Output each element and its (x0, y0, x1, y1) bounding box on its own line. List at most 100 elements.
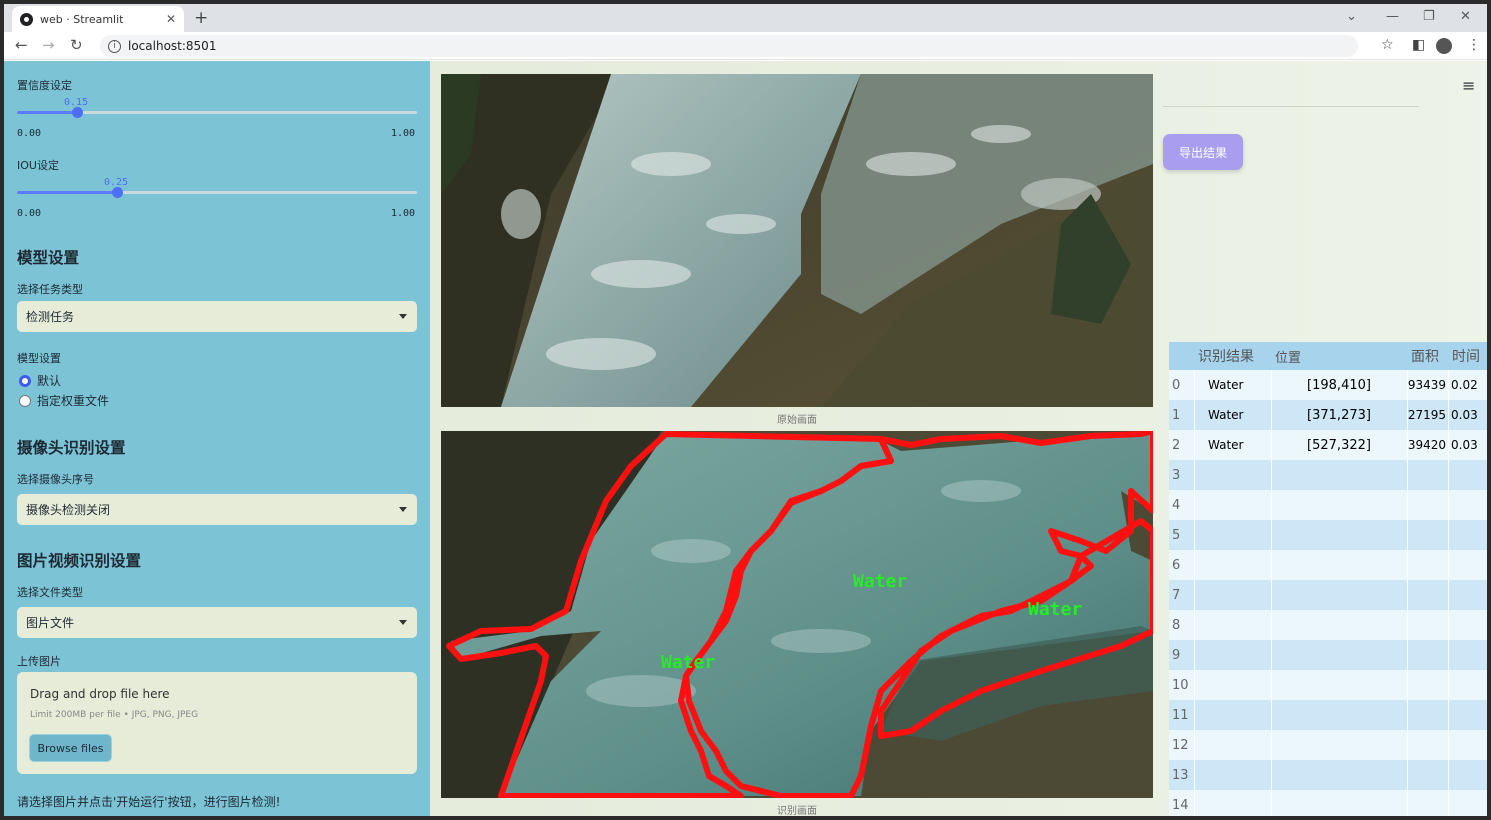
column-header-time[interactable]: 时间 (1448, 342, 1487, 370)
column-separator (1448, 580, 1449, 610)
cell-time (1448, 760, 1487, 790)
column-separator (1194, 520, 1195, 550)
minimize-icon[interactable]: — (1386, 9, 1399, 24)
column-separator (1407, 640, 1408, 670)
column-header-result[interactable]: 识别结果 (1194, 342, 1271, 370)
table-row[interactable]: 11 (1169, 700, 1487, 730)
task-type-select[interactable]: 检测任务 (17, 301, 417, 332)
column-header-position[interactable]: 位置 (1271, 342, 1407, 370)
cell-position (1271, 670, 1407, 700)
close-tab-icon[interactable]: ✕ (166, 12, 176, 26)
column-separator (1271, 760, 1272, 790)
cell-position (1271, 640, 1407, 670)
table-row[interactable]: 7 (1169, 580, 1487, 610)
column-separator (1407, 370, 1408, 400)
column-separator (1407, 580, 1408, 610)
radio-selected-icon (19, 374, 31, 387)
cell-time (1448, 580, 1487, 610)
table-row[interactable]: 0 Water [198,410] 93439 0.02 (1169, 370, 1487, 400)
browse-files-button[interactable]: Browse files (29, 734, 112, 762)
column-separator (1448, 370, 1449, 400)
tab-search-icon[interactable]: ⌄ (1346, 9, 1357, 24)
column-separator (1448, 400, 1449, 430)
column-separator (1448, 550, 1449, 580)
table-row[interactable]: 14 (1169, 790, 1487, 816)
cell-time (1448, 490, 1487, 520)
table-row[interactable]: 1 Water [371,273] 127195 0.03 (1169, 400, 1487, 430)
cell-time (1448, 730, 1487, 760)
column-separator (1271, 520, 1272, 550)
address-bar[interactable]: i localhost:8501 (100, 35, 1358, 57)
table-row[interactable]: 13 (1169, 760, 1487, 790)
profile-avatar-icon[interactable] (1436, 38, 1452, 54)
table-row[interactable]: 9 (1169, 640, 1487, 670)
cell-result (1194, 790, 1271, 816)
column-separator (1271, 580, 1272, 610)
cell-position (1271, 730, 1407, 760)
table-row[interactable]: 4 (1169, 490, 1487, 520)
cell-position (1271, 610, 1407, 640)
confidence-slider-thumb[interactable] (72, 107, 83, 118)
cell-result: Water (1208, 408, 1244, 422)
upload-label: 上传图片 (17, 655, 61, 668)
row-index: 12 (1172, 737, 1189, 753)
row-index: 13 (1172, 767, 1189, 783)
radio-default[interactable]: 默认 (19, 372, 61, 389)
cell-area (1407, 580, 1448, 610)
cell-position (1271, 790, 1407, 816)
row-index: 6 (1172, 557, 1181, 573)
browser-tab[interactable]: web · Streamlit ✕ (12, 6, 184, 32)
column-separator (1407, 670, 1408, 700)
browser-toolbar: ← → ↻ i localhost:8501 ☆ ◧ ⋮ (4, 32, 1487, 60)
iou-slider[interactable] (17, 187, 417, 198)
bookmark-star-icon[interactable]: ☆ (1381, 37, 1394, 53)
camera-section-title: 摄像头识别设置 (17, 439, 126, 457)
cell-result (1194, 700, 1271, 730)
table-row[interactable]: 3 (1169, 460, 1487, 490)
camera-index-select[interactable]: 摄像头检测关闭 (17, 494, 417, 525)
radio-custom-weights[interactable]: 指定权重文件 (19, 392, 109, 409)
confidence-slider[interactable] (17, 107, 417, 118)
export-results-button[interactable]: 导出结果 (1163, 134, 1243, 170)
file-type-select[interactable]: 图片文件 (17, 607, 417, 638)
column-separator (1271, 430, 1272, 460)
column-separator (1407, 760, 1408, 790)
site-info-icon[interactable]: i (108, 39, 121, 53)
column-separator (1271, 370, 1272, 400)
table-row[interactable]: 8 (1169, 610, 1487, 640)
iou-slider-thumb[interactable] (112, 187, 123, 198)
dropzone-limit: Limit 200MB per file • JPG, PNG, JPEG (30, 710, 199, 720)
cell-result (1194, 760, 1271, 790)
column-separator (1194, 640, 1195, 670)
column-header-area[interactable]: 面积 (1407, 342, 1448, 370)
column-separator (1271, 730, 1272, 760)
side-panel-icon[interactable]: ◧ (1412, 37, 1425, 53)
media-section-title: 图片视频识别设置 (17, 552, 142, 570)
column-separator (1407, 490, 1408, 520)
cell-time (1448, 670, 1487, 700)
table-row[interactable]: 2 Water [527,322] 39420 0.03 (1169, 430, 1487, 460)
column-separator (1271, 640, 1272, 670)
hamburger-icon[interactable]: ≡ (1462, 76, 1475, 95)
file-dropzone[interactable]: Drag and drop file here Limit 200MB per … (17, 672, 417, 774)
cell-area (1407, 460, 1448, 490)
table-row[interactable]: 6 (1169, 550, 1487, 580)
restore-icon[interactable]: ❐ (1423, 9, 1435, 24)
table-row[interactable]: 12 (1169, 730, 1487, 760)
close-window-icon[interactable]: ✕ (1460, 9, 1471, 24)
cell-area: 93439 (1407, 378, 1446, 392)
column-separator (1194, 550, 1195, 580)
back-icon[interactable]: ← (15, 36, 28, 54)
column-separator (1448, 520, 1449, 550)
row-index: 11 (1172, 707, 1189, 723)
column-separator (1448, 730, 1449, 760)
table-row[interactable]: 5 (1169, 520, 1487, 550)
cell-area (1407, 670, 1448, 700)
reload-icon[interactable]: ↻ (70, 36, 83, 54)
cell-result: Water (1208, 438, 1244, 452)
new-tab-icon[interactable]: + (194, 8, 208, 28)
more-menu-icon[interactable]: ⋮ (1467, 37, 1481, 53)
forward-icon[interactable]: → (42, 36, 55, 54)
cell-time: 0.03 (1451, 438, 1478, 452)
table-row[interactable]: 10 (1169, 670, 1487, 700)
